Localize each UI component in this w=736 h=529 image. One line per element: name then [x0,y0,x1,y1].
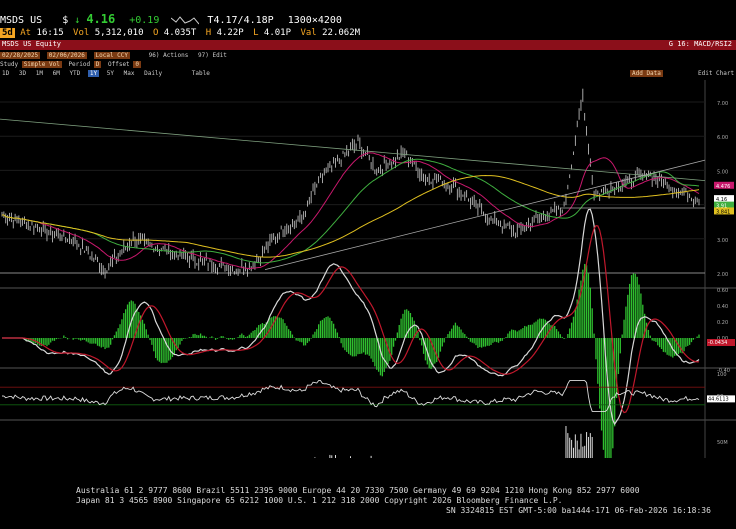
quote-time: 16:15 [36,28,64,38]
net-change: +0.19 [129,15,160,26]
range-max[interactable]: Max [122,70,137,77]
price-tick-label: 3.00 [717,238,728,244]
at-label: At [20,28,32,38]
volume-tick-label: 50M [717,440,728,446]
val-label: Val [300,28,317,38]
edit-chart-button[interactable]: Edit Chart [698,70,734,77]
range-1m[interactable]: 1M [34,70,45,77]
down-arrow-icon: ↓ [74,15,81,26]
footer-line-1: Australia 61 2 9777 8600 Brazil 5511 239… [76,486,640,495]
add-data-button[interactable]: Add Data [630,70,663,77]
currency: $ [62,15,69,26]
high-value: 4.22P [216,28,244,38]
footer-line-2: Japan 81 3 4565 8900 Singapore 65 6212 1… [76,496,563,505]
last-price: 4.16 [86,12,116,26]
study-field[interactable]: Simple Vol [21,61,62,68]
study-label: Study [0,61,19,68]
graph-name[interactable]: G 16: MACD/RSI2 [669,40,732,48]
open-value: 4.035T [163,28,197,38]
ask-size: 4200 [317,15,342,26]
macd-tick-label: 0.20 [717,320,728,326]
ticker[interactable]: MSDS US [0,15,42,26]
security-bar: MSDS US Equity G 16: MACD/RSI2 [0,40,736,50]
toolbar-row-1: 02/28/2025 02/06/2026 Local CCY 96) Acti… [0,52,736,61]
bid-price: 4.17 [213,15,238,26]
end-date-field[interactable]: 02/06/2026 [46,52,87,59]
frequency-dropdown[interactable]: Daily [142,70,164,77]
price-tick-label: 6.00 [717,135,728,141]
toolbar-row-3: 1D 3D 1M 6M YTD 1Y 5Y Max Daily Table Ad… [0,70,736,79]
period-label: Period [68,61,91,68]
range-1d[interactable]: 1D [0,70,11,77]
currency-field[interactable]: Local CCY [93,52,131,59]
low-label: L [253,28,259,38]
security-name[interactable]: MSDS US Equity [2,40,61,48]
offset-label: Offset [108,61,130,68]
rsi-tag-label: 44.6113 [708,396,729,402]
price-tag-label: 3.841 [716,209,730,215]
ask-price: 4.18P [243,15,274,26]
bid-size: 1300 [287,15,312,26]
quote-row-2: 5d At 16:15 Vol 5,312,010 O 4.035T H 4.2… [0,28,360,40]
macd-tick-label: 0.60 [717,288,728,294]
range-1y[interactable]: 1Y [87,70,100,77]
open-label: O [152,28,159,38]
range-6m[interactable]: 6M [51,70,62,77]
rsi-tick-label: 100 [717,372,727,378]
price-tick-label: 7.00 [717,101,728,107]
price-tick-label: 5.00 [717,169,728,175]
range-5y[interactable]: 5Y [105,70,116,77]
macd-tick-label: 0.40 [717,304,728,310]
range-ytd[interactable]: YTD [67,70,82,77]
toolbar-row-2: Study Simple Vol Period D Offset 0 [0,61,736,70]
macd-tag-label: -0.0434 [708,340,727,346]
high-label: H [205,28,212,38]
period-field[interactable]: D [93,61,102,68]
start-date-field[interactable]: 02/28/2025 [0,52,41,59]
volume-value: 5,312,010 [94,28,144,38]
vol-label: Vol [73,28,90,38]
sparkline-icon [171,16,200,25]
period-badge[interactable]: 5d [0,28,15,38]
edit-menu[interactable]: 97) Edit [196,52,229,59]
offset-field[interactable]: 0 [133,61,141,68]
price-tag-label: 4.476 [716,184,730,190]
table-button[interactable]: Table [190,70,212,77]
quote-row-1: MSDS US $ ↓ 4.16 +0.19 T4.17/4.18P 1300×… [0,12,342,26]
range-3d[interactable]: 3D [17,70,28,77]
actions-menu[interactable]: 96) Actions [147,52,191,59]
low-value: 4.01P [263,28,292,38]
footer-line-3: SN 3324815 EST GMT-5:00 ba1444-171 06-Fe… [446,506,711,515]
price-chart[interactable]: 7.006.005.004.003.002.004.4764.163.913.8… [0,80,736,458]
traded-value: 22.062M [322,28,361,38]
price-tick-label: 2.00 [717,272,728,278]
